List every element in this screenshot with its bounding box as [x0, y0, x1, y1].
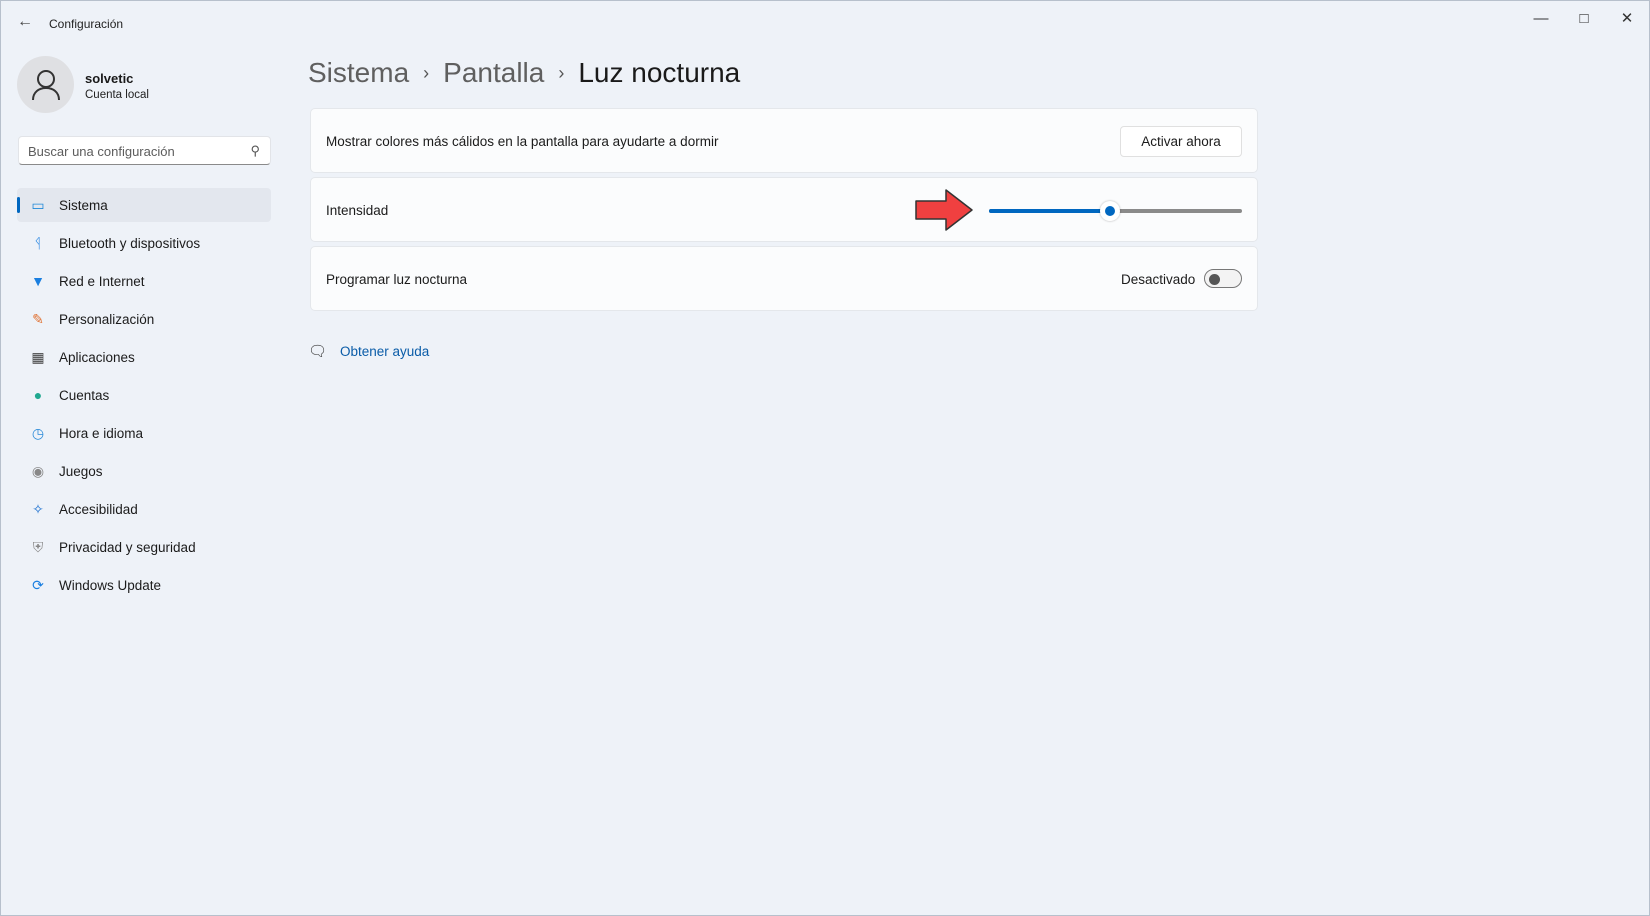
red-arrow-annotation-icon: [915, 189, 973, 231]
page-title: Luz nocturna: [578, 57, 741, 88]
back-button[interactable]: ←: [17, 13, 33, 31]
person-icon: [31, 69, 60, 100]
sidebar-item-label: Juegos: [59, 463, 103, 479]
search-placeholder: Buscar una configuración: [28, 144, 175, 159]
maximize-button[interactable]: □: [1564, 7, 1604, 31]
avatar[interactable]: [17, 56, 74, 113]
sidebar-item-aplicaciones[interactable]: ▦ Aplicaciones: [17, 340, 271, 374]
schedule-state: Desactivado: [1121, 272, 1196, 287]
sidebar-item-cuentas[interactable]: ● Cuentas: [17, 378, 271, 412]
search-input[interactable]: Buscar una configuración ⚲: [18, 136, 271, 165]
update-icon: ⟳: [32, 576, 44, 593]
warm-colors-label: Mostrar colores más cálidos en la pantal…: [326, 134, 719, 149]
window-title: Configuración: [49, 17, 124, 31]
search-icon: ⚲: [250, 143, 260, 158]
sidebar-item-privacidad-y-seguridad[interactable]: ⛨ Privacidad y seguridad: [17, 530, 271, 564]
breadcrumb-pantalla[interactable]: Pantalla: [443, 57, 544, 89]
monitor-icon: ▭: [31, 196, 45, 213]
breadcrumb: Sistema › Pantalla › Luz nocturna: [308, 57, 740, 89]
sidebar-item-label: Hora e idioma: [59, 425, 144, 441]
sidebar-item-windows-update[interactable]: ⟳ Windows Update: [17, 568, 271, 602]
brush-icon: ✎: [32, 310, 44, 327]
sidebar-item-label: Privacidad y seguridad: [59, 539, 196, 555]
slider-fill: [989, 209, 1111, 213]
schedule-label: Programar luz nocturna: [326, 272, 468, 287]
user-name: solvetic: [85, 71, 134, 86]
wifi-icon: ▼: [31, 273, 45, 289]
sidebar-item-personalizaci-n[interactable]: ✎ Personalización: [17, 302, 271, 336]
sidebar-item-sistema[interactable]: ▭ Sistema: [17, 188, 271, 222]
sidebar-item-red-e-internet[interactable]: ▼ Red e Internet: [17, 264, 271, 298]
person-icon: ●: [33, 387, 43, 403]
close-button[interactable]: ✕: [1607, 7, 1647, 31]
sidebar-item-bluetooth-y-dispositivos[interactable]: ᛩ Bluetooth y dispositivos: [17, 226, 271, 260]
chevron-right-icon: ›: [558, 62, 565, 83]
intensity-label: Intensidad: [326, 203, 389, 218]
sidebar-item-label: Accesibilidad: [59, 501, 138, 517]
help-icon: 🗨: [308, 343, 328, 360]
shield-icon: ⛨: [32, 538, 44, 555]
slider-thumb[interactable]: [1100, 201, 1121, 221]
warm-colors-card: Mostrar colores más cálidos en la pantal…: [310, 108, 1258, 173]
sidebar-item-hora-e-idioma[interactable]: ◷ Hora e idioma: [17, 416, 271, 450]
gamepad-icon: ◉: [31, 462, 45, 479]
sidebar-item-label: Cuentas: [59, 387, 110, 403]
intensity-slider[interactable]: [989, 201, 1242, 221]
schedule-card: Programar luz nocturna Desactivado: [310, 246, 1258, 311]
accessibility-icon: ✧: [32, 500, 44, 517]
apps-icon: ▦: [31, 348, 45, 365]
sidebar-item-label: Personalización: [59, 311, 155, 327]
sidebar-item-label: Sistema: [59, 197, 108, 213]
minimize-button[interactable]: —: [1521, 7, 1561, 31]
sidebar-item-juegos[interactable]: ◉ Juegos: [17, 454, 271, 488]
sidebar-item-label: Red e Internet: [59, 273, 145, 289]
schedule-toggle[interactable]: [1204, 269, 1242, 288]
chevron-right-icon: ›: [423, 62, 430, 83]
sidebar-item-accesibilidad[interactable]: ✧ Accesibilidad: [17, 492, 271, 526]
sidebar-item-label: Aplicaciones: [59, 349, 135, 365]
get-help-link[interactable]: Obtener ayuda: [340, 344, 429, 359]
sidebar-item-label: Bluetooth y dispositivos: [59, 235, 201, 251]
clock-globe-icon: ◷: [31, 424, 45, 441]
intensity-card: Intensidad: [310, 177, 1258, 242]
activate-now-button[interactable]: Activar ahora: [1120, 126, 1242, 157]
bluetooth-icon: ᛩ: [33, 235, 43, 251]
account-type: Cuenta local: [85, 89, 149, 101]
breadcrumb-sistema[interactable]: Sistema: [308, 57, 409, 89]
sidebar-item-label: Windows Update: [59, 577, 162, 593]
